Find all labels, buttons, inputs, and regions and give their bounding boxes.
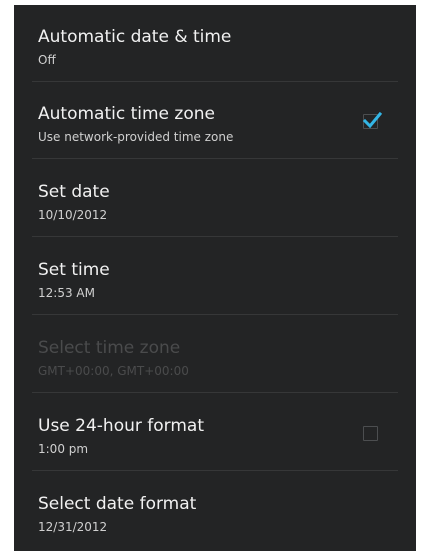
setting-summary: 10/10/2012: [38, 208, 108, 222]
setting-select-time-zone: Select time zone GMT+00:00, GMT+00:00: [14, 316, 416, 393]
automatic-time-zone-checkbox[interactable]: [362, 111, 383, 129]
setting-set-time[interactable]: Set time 12:53 AM: [14, 238, 416, 315]
setting-summary: GMT+00:00, GMT+00:00: [38, 364, 189, 378]
setting-title: Set time: [38, 260, 110, 280]
setting-set-date[interactable]: Set date 10/10/2012: [14, 160, 416, 237]
setting-select-date-format[interactable]: Select date format 12/31/2012: [14, 472, 416, 549]
checkmark-icon: [362, 111, 383, 129]
setting-use-24-hour-format[interactable]: Use 24-hour format 1:00 pm: [14, 394, 416, 471]
setting-summary: Off: [38, 53, 56, 67]
setting-title: Set date: [38, 182, 110, 202]
date-time-settings-screen: Automatic date & time Off Automatic time…: [14, 5, 416, 551]
divider: [32, 314, 398, 315]
setting-title: Select date format: [38, 494, 197, 514]
divider: [32, 470, 398, 471]
setting-automatic-time-zone[interactable]: Automatic time zone Use network-provided…: [14, 82, 416, 159]
divider: [32, 392, 398, 393]
setting-summary: Use network-provided time zone: [38, 130, 234, 144]
setting-title: Automatic date & time: [38, 27, 232, 47]
setting-title: Select time zone: [38, 338, 181, 358]
setting-summary: 12:53 AM: [38, 286, 95, 300]
divider: [32, 158, 398, 159]
setting-title: Automatic time zone: [38, 104, 215, 124]
setting-automatic-date-time[interactable]: Automatic date & time Off: [14, 5, 416, 82]
setting-title: Use 24-hour format: [38, 416, 204, 436]
use-24-hour-format-checkbox[interactable]: [363, 426, 378, 441]
setting-summary: 1:00 pm: [38, 442, 89, 456]
setting-summary: 12/31/2012: [38, 520, 108, 534]
divider: [32, 236, 398, 237]
